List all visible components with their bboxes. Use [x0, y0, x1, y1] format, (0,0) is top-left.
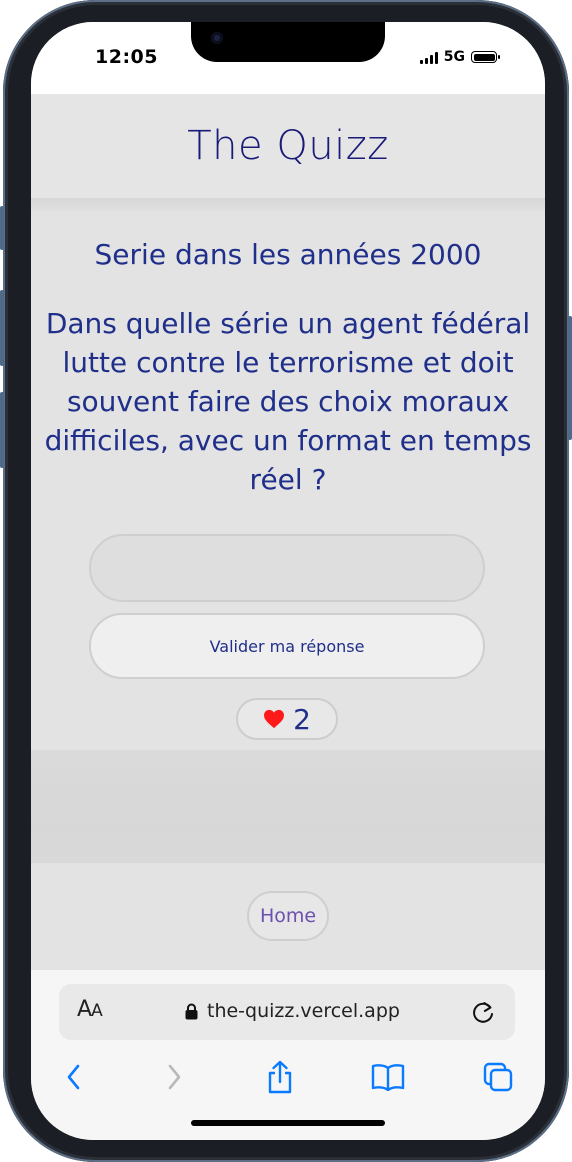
browser-chrome: AA the-quizz.vercel.app [31, 970, 545, 1140]
quiz-header: The Quizz [31, 94, 545, 198]
lives-badge: 2 [236, 698, 338, 740]
browser-toolbar [31, 1056, 545, 1100]
power-button [568, 316, 572, 440]
screen: 12:05 5G The Quizz Serie dans les années… [31, 22, 545, 1140]
status-time: 12:05 [95, 46, 158, 68]
submit-answer-button[interactable]: Valider ma réponse [89, 613, 485, 679]
back-button[interactable] [57, 1060, 91, 1094]
tabs-button[interactable] [481, 1060, 515, 1094]
heart-icon [264, 709, 285, 729]
home-indicator [191, 1120, 385, 1126]
tabs-icon [483, 1062, 513, 1092]
lives-count: 2 [293, 702, 311, 736]
status-indicators: 5G [419, 49, 500, 65]
footer: Home [31, 863, 545, 970]
volume-down-button [0, 392, 4, 468]
quiz-card: Serie dans les années 2000 Dans quelle s… [31, 212, 545, 750]
url-display[interactable]: the-quizz.vercel.app [185, 1000, 400, 1022]
mute-switch [0, 206, 4, 250]
bookmarks-button[interactable] [371, 1060, 405, 1094]
url-text: the-quizz.vercel.app [207, 1000, 400, 1022]
quiz-question: Dans quelle série un agent fédéral lutte… [44, 307, 532, 496]
notch [191, 22, 385, 62]
status-bar: 12:05 5G [31, 22, 545, 94]
forward-button[interactable] [157, 1060, 191, 1094]
signal-icon [419, 51, 438, 64]
share-icon [268, 1060, 292, 1094]
battery-icon [471, 51, 500, 63]
chevron-right-icon [168, 1064, 181, 1090]
quiz-category: Serie dans les années 2000 [94, 238, 482, 271]
network-label: 5G [443, 49, 465, 65]
spacer-band [31, 750, 545, 863]
volume-up-button [0, 290, 4, 366]
header-divider [31, 198, 545, 212]
share-button[interactable] [263, 1060, 297, 1094]
home-button[interactable]: Home [247, 891, 329, 941]
address-bar[interactable]: AA the-quizz.vercel.app [59, 984, 515, 1040]
camera-icon [211, 32, 223, 44]
reload-icon[interactable] [471, 999, 495, 1025]
answer-input[interactable] [89, 534, 485, 602]
reader-mode-button[interactable]: AA [77, 997, 103, 1022]
lock-icon [185, 1003, 198, 1019]
book-icon [371, 1064, 405, 1091]
page-title: The Quizz [187, 123, 389, 169]
chevron-left-icon [67, 1064, 80, 1090]
